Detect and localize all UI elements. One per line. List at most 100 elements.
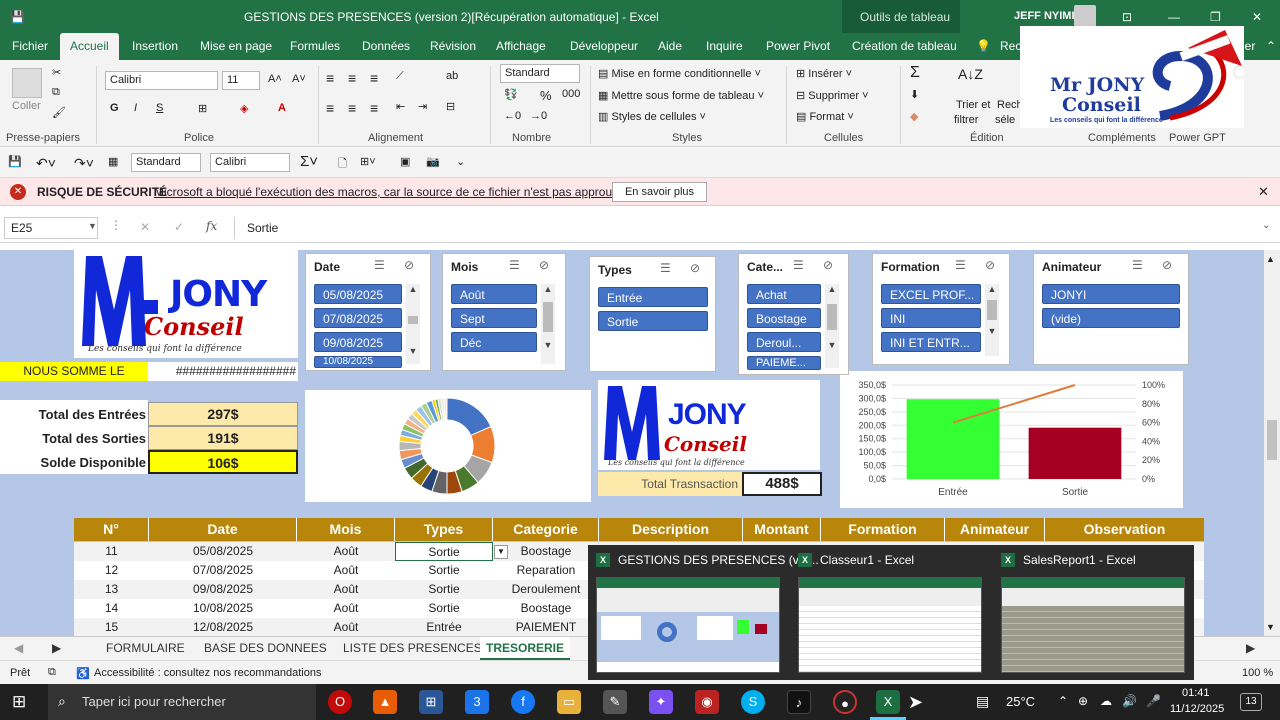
cancel-formula-icon[interactable]: ✕ bbox=[140, 220, 150, 234]
multiselect-icon[interactable]: ☰ bbox=[660, 261, 671, 275]
col-header[interactable]: Montant bbox=[743, 518, 821, 541]
cell[interactable]: Août bbox=[297, 542, 395, 561]
store-icon[interactable]: ⊞ bbox=[419, 690, 443, 714]
slicer-animateur-item[interactable]: JONYI bbox=[1042, 284, 1180, 304]
slicer-date-item[interactable]: 07/08/2025 bbox=[314, 308, 402, 328]
insert-cells-button[interactable]: ⊞ Insérer ˅ bbox=[796, 67, 852, 80]
enter-formula-icon[interactable]: ✓ bbox=[174, 220, 184, 234]
qat-font-select[interactable]: Calibri bbox=[210, 153, 290, 172]
save-icon[interactable]: 💾 bbox=[10, 10, 25, 24]
slicer-cate-item[interactable]: Boostage bbox=[747, 308, 821, 328]
tab-developpeur[interactable]: Développeur bbox=[570, 39, 638, 53]
cell[interactable]: 12/08/2025 bbox=[149, 618, 297, 636]
tray-chevron-icon[interactable]: ⌃ bbox=[1058, 694, 1068, 708]
scroll-thumb[interactable] bbox=[1267, 420, 1277, 460]
multiselect-icon[interactable]: ☰ bbox=[955, 258, 966, 272]
increase-decimal-icon[interactable]: ←0 bbox=[504, 110, 521, 122]
sheet-tab-tresorerie[interactable]: TRESORERIE bbox=[480, 637, 570, 660]
cell[interactable]: Reparation bbox=[493, 561, 599, 580]
cloud-icon[interactable]: ☁ bbox=[1100, 694, 1112, 708]
vlc-icon[interactable]: ▲ bbox=[373, 690, 397, 714]
sheet-tab-liste[interactable]: LISTE DES PRESENCES bbox=[343, 641, 482, 655]
copy-icon[interactable]: ⧉ bbox=[52, 86, 60, 99]
cell-styles-button[interactable]: ▥ Styles de cellules ˅ bbox=[598, 110, 706, 123]
new-doc-icon[interactable]: 🗋 bbox=[338, 155, 347, 174]
cell[interactable]: 09/08/2025 bbox=[149, 580, 297, 599]
font-size-select[interactable]: 11 bbox=[222, 71, 260, 90]
slicer-types-item[interactable]: Entrée bbox=[598, 287, 708, 307]
slicer-formation-item[interactable]: INI bbox=[881, 308, 981, 328]
tab-revision[interactable]: Révision bbox=[430, 39, 476, 53]
accessibility-icon[interactable]: ♿ bbox=[76, 667, 90, 680]
sheet-tab-base[interactable]: BASE DES DONNEES bbox=[204, 641, 327, 655]
cell[interactable]: 12 bbox=[74, 561, 149, 580]
name-box[interactable]: E25 bbox=[4, 217, 98, 239]
slicer-mois-item[interactable]: Août bbox=[451, 284, 537, 304]
macro-icon[interactable]: ⧉ bbox=[48, 666, 56, 679]
underline-button[interactable]: S bbox=[156, 102, 163, 114]
slicer-date-item[interactable]: 10/08/2025 bbox=[314, 356, 402, 368]
fx-icon[interactable]: fx bbox=[206, 219, 217, 233]
shrink-font-icon[interactable]: A˅ bbox=[292, 73, 306, 85]
cell[interactable]: Deroulement bbox=[493, 580, 599, 599]
cell[interactable]: Août bbox=[297, 580, 395, 599]
slicer-mois-item[interactable]: Déc bbox=[451, 332, 537, 352]
cell[interactable]: Août bbox=[297, 618, 395, 636]
security-message[interactable]: Microsoft a bloqué l'exécution des macro… bbox=[154, 185, 635, 199]
total-sorties-value[interactable]: 191$ bbox=[148, 426, 298, 450]
cell[interactable]: Boostage bbox=[493, 542, 599, 561]
cell[interactable]: Entrée bbox=[395, 618, 493, 636]
font-name-select[interactable]: Calibri bbox=[105, 71, 218, 90]
slicer-animateur-item[interactable]: (vide) bbox=[1042, 308, 1180, 328]
decrease-decimal-icon[interactable]: →0 bbox=[530, 110, 547, 122]
cell[interactable]: Sortie bbox=[395, 561, 493, 580]
total-trans-value[interactable]: 488$ bbox=[742, 472, 822, 496]
format-cells-button[interactable]: ▤ Format ˅ bbox=[796, 110, 854, 123]
sort-label-2[interactable]: filtrer bbox=[954, 114, 978, 126]
solde-value[interactable]: 106$ bbox=[148, 450, 298, 474]
qat-format-select[interactable]: Standard bbox=[131, 153, 201, 172]
preview-card[interactable]: X GESTIONS DES PRESENCES (ver... bbox=[588, 545, 819, 680]
clear-filter-icon[interactable]: ⊘ bbox=[404, 258, 414, 272]
slicer-date-item[interactable]: 09/08/2025 bbox=[314, 332, 402, 352]
merge-icon[interactable]: ⊟ bbox=[446, 100, 455, 113]
fill-icon[interactable]: ⬇ bbox=[910, 88, 919, 101]
tab-affichage[interactable]: Affichage bbox=[496, 39, 546, 53]
redo-icon[interactable]: ↷˅ bbox=[74, 155, 94, 172]
camera-icon[interactable]: 📷 bbox=[426, 155, 440, 168]
accessibility-status[interactable]: Accessibilité : consultez nos recommanda… bbox=[94, 667, 321, 679]
donut-chart[interactable] bbox=[305, 390, 591, 502]
sort-filter-icon[interactable]: A↓Z bbox=[958, 66, 983, 82]
cell[interactable]: 11 bbox=[74, 542, 149, 561]
align-middle-icon[interactable]: ≡ bbox=[348, 70, 356, 86]
cell[interactable]: 13 bbox=[74, 580, 149, 599]
clear-filter-icon[interactable]: ⊘ bbox=[690, 261, 700, 275]
tiktok-icon[interactable]: ♪ bbox=[787, 690, 811, 714]
find-label-2[interactable]: séle bbox=[995, 114, 1015, 126]
minimize-icon[interactable]: — bbox=[1168, 10, 1180, 24]
align-top-icon[interactable]: ≡ bbox=[326, 70, 334, 86]
delete-cells-button[interactable]: ⊟ Supprimer ˅ bbox=[796, 89, 869, 102]
col-header[interactable]: Types bbox=[395, 518, 493, 541]
conditional-format-button[interactable]: ▤ Mise en forme conditionnelle ˅ bbox=[598, 67, 761, 80]
lightbulb-icon[interactable]: 💡 bbox=[976, 39, 991, 53]
fill-color-icon[interactable]: ◈ bbox=[240, 102, 248, 115]
ribbon-display-icon[interactable]: ⊡ bbox=[1122, 10, 1132, 24]
slicer-formation-item[interactable]: EXCEL PROF... bbox=[881, 284, 981, 304]
find-label-1[interactable]: Rech bbox=[997, 99, 1023, 111]
slicer-scrollbar[interactable]: ▲ ▼ bbox=[541, 284, 555, 364]
bar-chart[interactable]: 350,0$ 300,0$ 250,0$ 200,0$ 150,0$ 100,0$ 50,0… bbox=[840, 371, 1183, 508]
slicer-scrollbar[interactable]: ▲ ▼ bbox=[825, 284, 839, 368]
cell[interactable]: 05/08/2025 bbox=[149, 542, 297, 561]
zoom-level[interactable]: 100 % bbox=[1242, 667, 1273, 679]
cell[interactable]: 10/08/2025 bbox=[149, 599, 297, 618]
expand-formula-icon[interactable]: ⌄ bbox=[1262, 220, 1270, 231]
next-sheet-icon[interactable]: ▶ bbox=[52, 641, 61, 655]
comma-icon[interactable]: 000 bbox=[562, 88, 580, 100]
customize-qat-icon[interactable]: ⌄ bbox=[456, 155, 465, 168]
temperature[interactable]: 25°C bbox=[1006, 694, 1035, 709]
explorer-icon[interactable]: ▭ bbox=[557, 690, 581, 714]
paste-icon[interactable] bbox=[12, 68, 42, 98]
sort-label-1[interactable]: Trier et bbox=[956, 99, 990, 111]
excel-icon[interactable]: X bbox=[876, 690, 900, 714]
